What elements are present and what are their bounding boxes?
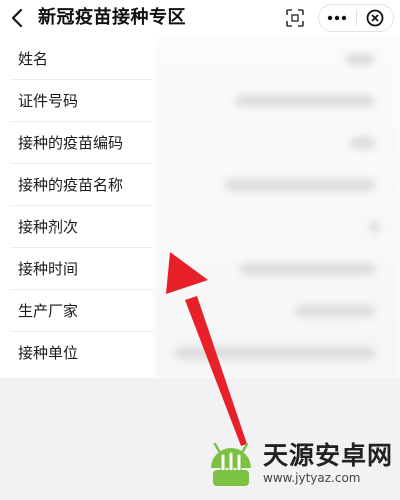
close-button[interactable] <box>356 5 393 31</box>
redacted-value <box>295 305 375 317</box>
android-logo-icon <box>211 442 251 486</box>
field-row-manufacturer: 生产厂家 <box>0 290 400 332</box>
redacted-value <box>370 221 380 233</box>
field-label: 接种单位 <box>18 344 79 362</box>
field-row-vaccine-code: 接种的疫苗编码 <box>0 122 400 164</box>
back-button[interactable] <box>6 6 28 30</box>
back-chevron-icon <box>11 8 23 28</box>
nav-bar: 新冠疫苗接种专区 <box>0 0 400 38</box>
redacted-value <box>240 263 375 275</box>
close-circle-icon <box>366 9 384 27</box>
redacted-value <box>345 53 375 65</box>
more-button[interactable] <box>319 5 356 31</box>
scan-button[interactable] <box>285 8 305 28</box>
field-label: 姓名 <box>18 50 49 68</box>
field-label: 证件号码 <box>18 92 79 110</box>
field-label: 接种的疫苗名称 <box>18 176 124 194</box>
watermark-url: www.jytyaz.com <box>263 471 361 485</box>
mini-program-capsule <box>318 4 394 32</box>
field-label: 生产厂家 <box>18 302 79 320</box>
field-row-name: 姓名 <box>0 38 400 80</box>
field-label: 接种剂次 <box>18 218 79 236</box>
field-row-id-number: 证件号码 <box>0 80 400 122</box>
field-label: 接种时间 <box>18 260 79 278</box>
field-row-site: 接种单位 <box>0 332 400 374</box>
page-title: 新冠疫苗接种专区 <box>38 7 186 28</box>
field-row-time: 接种时间 <box>0 248 400 290</box>
redacted-value <box>350 137 375 149</box>
field-label: 接种的疫苗编码 <box>18 134 124 152</box>
field-row-vaccine-name: 接种的疫苗名称 <box>0 164 400 206</box>
more-icon <box>328 15 347 21</box>
redacted-value <box>225 179 375 191</box>
watermark-site-name: 天源安卓网 <box>263 441 394 470</box>
scan-icon <box>286 9 304 27</box>
redacted-value <box>235 95 375 107</box>
site-watermark: 天源安卓网 www.jytyaz.com <box>205 438 393 490</box>
redacted-value <box>175 347 375 359</box>
field-row-dose: 接种剂次 <box>0 206 400 248</box>
vaccination-info-list: 姓名 证件号码 接种的疫苗编码 接种的疫苗名称 接种剂次 接种时间 生产厂家 接… <box>0 38 400 378</box>
